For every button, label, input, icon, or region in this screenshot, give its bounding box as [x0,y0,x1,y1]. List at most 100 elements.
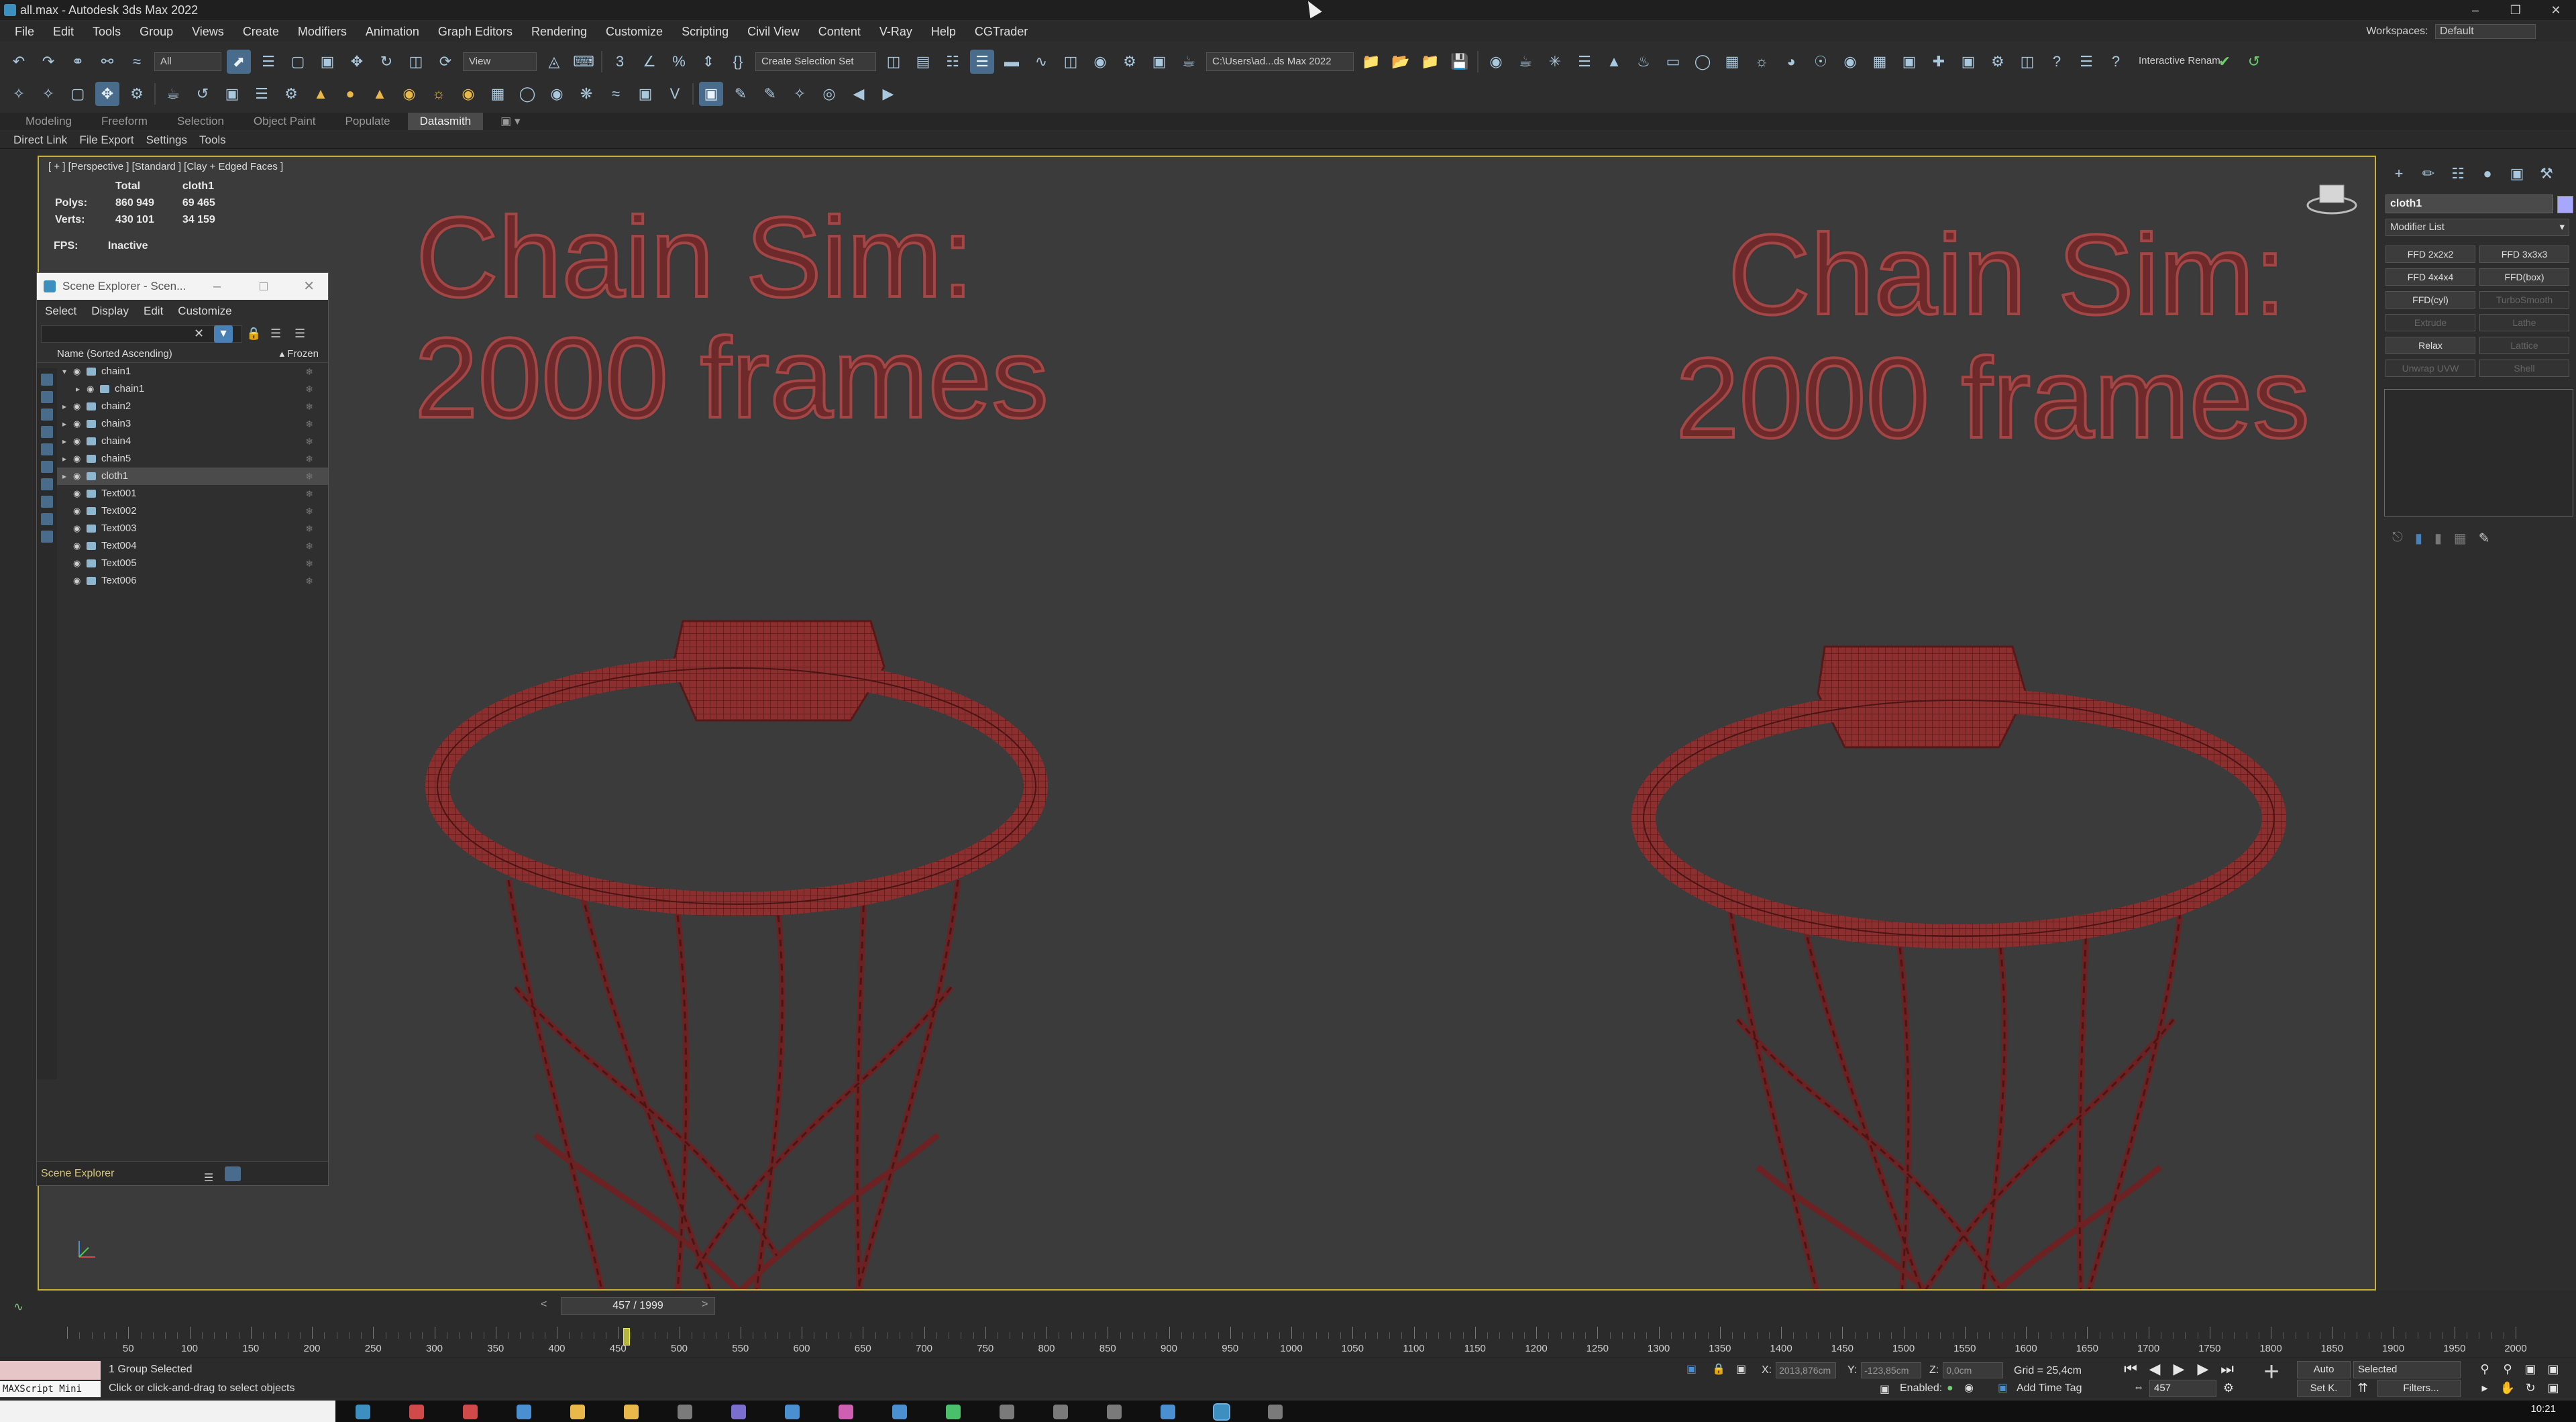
minimize-icon[interactable]: – [2455,0,2496,20]
settings-icon[interactable]: ⚙ [279,82,303,106]
frozen-toggle-icon[interactable]: ❄ [305,502,313,520]
undo-icon[interactable]: ↶ [7,50,31,74]
frozen-toggle-icon[interactable]: ❄ [305,398,313,415]
time-slider-thumb[interactable]: 457 / 1999 [561,1297,715,1315]
spinner-snap-icon[interactable]: ⇕ [696,50,720,74]
angle-snap-icon[interactable]: ∠ [637,50,661,74]
display-tab-icon[interactable]: ▣ [2505,165,2529,185]
menu-graph-editors[interactable]: Graph Editors [429,21,522,42]
box-icon[interactable]: ▣ [220,82,244,106]
explorer-row-text003[interactable]: ◉ Text003 ❄ [57,520,328,537]
vray-help-icon[interactable]: ? [2045,50,2069,74]
vray-grid-icon[interactable]: ▦ [1868,50,1892,74]
pan-icon[interactable]: ✋ [2498,1378,2517,1397]
script-list-icon[interactable]: ☰ [2074,50,2098,74]
add-time-tag[interactable]: Add Time Tag [2017,1382,2082,1394]
time-configuration-icon[interactable]: ⚙ [2219,1378,2238,1397]
render-setup-icon[interactable]: ⚙ [1118,50,1142,74]
maximize-viewport-icon[interactable]: ▣ [2544,1378,2563,1397]
frozen-toggle-icon[interactable]: ❄ [305,520,313,537]
show-end-result-icon[interactable]: ▮ [2415,530,2422,547]
filter-icon[interactable]: ▼ [214,325,233,343]
maxscript-mini-listener[interactable]: MAXScript Mini [0,1381,101,1397]
vray-decal-icon[interactable]: ▣ [1956,50,1980,74]
layers-icon[interactable]: ☰ [201,1166,217,1184]
absolute-mode-icon[interactable]: ▣ [1736,1362,1746,1376]
vray-sun-icon[interactable]: ☼ [1750,50,1774,74]
lock-icon[interactable]: 🔒 [246,327,261,341]
align-icon[interactable]: ▤ [911,50,935,74]
vray-dome-icon[interactable]: ◕ [1779,50,1803,74]
current-frame-input[interactable]: 457 [2149,1380,2216,1397]
link-icon[interactable]: ⚭ [66,50,90,74]
taskbar-notes-icon[interactable] [1107,1405,1122,1419]
adaptive-degradation-icon[interactable]: ▣ [1880,1382,1890,1396]
ball-icon[interactable]: ◯ [515,82,539,106]
vray-fur-icon[interactable]: ♨ [1631,50,1656,74]
z-coordinate-input[interactable]: 0,0cm [1943,1362,2004,1378]
visibility-eye-icon[interactable]: ◉ [73,485,80,502]
sphere-light-icon[interactable]: ● [338,82,362,106]
toggle-scene-explorer-icon[interactable]: ☷ [941,50,965,74]
select-object-icon[interactable]: ⬈ [227,50,251,74]
explorer-close-icon[interactable]: ✕ [303,273,315,300]
explorer-footer-label[interactable]: Scene Explorer [41,1168,114,1179]
redo-icon[interactable]: ↷ [36,50,60,74]
pivot-icon[interactable]: ◬ [542,50,566,74]
workspaces-select[interactable]: Default [2435,23,2536,39]
x-coordinate-input[interactable]: 2013,876cm [1776,1362,1837,1378]
taskbar-misc-icon[interactable] [1268,1405,1283,1419]
prev-frame-icon[interactable]: < [541,1299,547,1311]
ribbon-tab-object-paint[interactable]: Object Paint [241,113,328,130]
teapot-icon[interactable]: ☕ [161,82,185,106]
y-coordinate-input[interactable]: -123,85cm [1861,1362,1922,1378]
vray-render-icon[interactable]: ☕ [1513,50,1538,74]
explorer-frozen-column[interactable]: ▴ Frozen [280,345,319,363]
vray-frame-buffer-icon[interactable]: ◉ [1484,50,1508,74]
taskbar-mail-icon[interactable] [892,1405,907,1419]
auto-key-button[interactable]: Auto [2297,1361,2351,1378]
viewport-config-icon[interactable]: ▣ [699,82,723,106]
ribbon-options-icon[interactable]: ▣ ▾ [488,113,532,130]
taskbar-app-icon[interactable] [356,1405,370,1419]
vray-lister-icon[interactable]: ☰ [1572,50,1597,74]
collapse-icon[interactable]: ☰ [294,327,305,341]
vray-bulb-icon[interactable]: ◉ [1838,50,1862,74]
selection-set-select[interactable]: Create Selection Set [755,52,876,71]
remove-modifier-icon[interactable]: ▦ [2454,530,2467,547]
ribbon-tab-freeform[interactable]: Freeform [89,113,160,130]
window-crossing-icon[interactable]: ▣ [315,50,339,74]
expand-toggle-icon[interactable]: ▸ [76,380,83,398]
transform-gizmo-icon[interactable]: ✥ [95,82,119,106]
zoom-extents-all-icon[interactable]: ▣ [2544,1360,2563,1378]
explorer-menu-customize[interactable]: Customize [178,300,231,323]
vray-proxy-icon[interactable]: ▲ [1602,50,1626,74]
modifier-list-select[interactable]: Modifier List ▾ [2385,219,2569,236]
explorer-row-text006[interactable]: ◉ Text006 ❄ [57,572,328,590]
rotate-icon[interactable]: ↻ [374,50,398,74]
frozen-toggle-icon[interactable]: ❄ [305,537,313,555]
clear-search-icon[interactable]: ✕ [194,327,204,341]
brush-icon[interactable]: ✎ [729,82,753,106]
modifier-button-ffd-cyl[interactable]: FFD(cyl) [2385,291,2475,309]
taskbar-vs-icon[interactable] [785,1405,800,1419]
paint-icon[interactable]: ✎ [758,82,782,106]
grid-icon[interactable]: ▦ [486,82,510,106]
explorer-row-chain3[interactable]: ▸ ◉ chain3 ❄ [57,415,328,433]
schematic-view-icon[interactable]: ◫ [1059,50,1083,74]
frozen-toggle-icon[interactable]: ❄ [305,485,313,502]
render-production-icon[interactable]: ☕ [1177,50,1201,74]
spiral-icon[interactable]: ↺ [191,82,215,106]
curve-editor-icon[interactable]: ∿ [1029,50,1053,74]
modifier-button-turbosmooth[interactable]: TurboSmooth [2479,291,2569,309]
menu-cgtrader[interactable]: CGTrader [965,21,1037,42]
visibility-eye-icon[interactable]: ◉ [73,555,80,572]
explorer-maximize-icon[interactable]: □ [260,273,268,300]
visibility-eye-icon[interactable]: ◉ [73,363,80,380]
project-save-icon[interactable]: 💾 [1448,50,1472,74]
arrow-right-icon[interactable]: ▶ [876,82,900,106]
motion-tab-icon[interactable]: ● [2475,165,2500,185]
modifier-button-ffd-3x3x3[interactable]: FFD 3x3x3 [2479,245,2569,263]
vray-plane-icon[interactable]: ▭ [1661,50,1685,74]
modifier-button-relax[interactable]: Relax [2385,337,2475,354]
